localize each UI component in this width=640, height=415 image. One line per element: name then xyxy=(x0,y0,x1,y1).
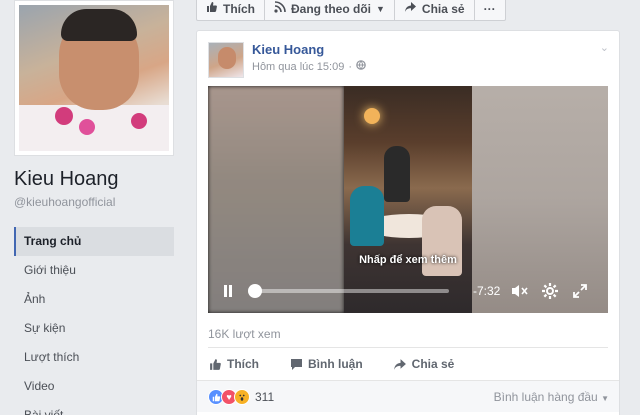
comment-sort-label: Bình luận hàng đầu xyxy=(493,390,598,404)
dot-separator: · xyxy=(348,60,353,73)
nav-item-about[interactable]: Giới thiệu xyxy=(14,256,174,285)
video-player[interactable]: Nhấp để xem thêm -7:32 xyxy=(208,86,608,313)
pause-icon[interactable] xyxy=(218,281,238,301)
reactions-bar: ♥ 311 Bình luận hàng đầu ▼ xyxy=(197,380,619,412)
like-page-label: Thích xyxy=(223,1,255,16)
video-progress-bar[interactable] xyxy=(248,284,449,298)
post-actions: Thích Bình luận Chia sẻ xyxy=(208,351,454,377)
video-controls: -7:32 xyxy=(208,269,608,313)
post-like-label: Thích xyxy=(227,357,259,371)
page-name[interactable]: Kieu Hoang xyxy=(14,168,119,191)
more-label: ··· xyxy=(483,1,496,16)
post-like-button[interactable]: Thích xyxy=(208,357,259,371)
post-share-button[interactable]: Chia sẻ xyxy=(393,357,455,371)
thumbs-up-icon xyxy=(206,1,218,16)
like-page-button[interactable]: Thích xyxy=(196,0,265,21)
nav-item-home[interactable]: Trang chủ xyxy=(14,227,174,256)
post-author-name[interactable]: Kieu Hoang xyxy=(252,42,324,57)
rss-icon xyxy=(274,1,286,16)
post-card: Kieu Hoang Hôm qua lúc 15:09 · ⌄ Nhấp để… xyxy=(196,30,620,415)
view-count: 16K lượt xem xyxy=(208,327,281,341)
video-scrubber-handle[interactable] xyxy=(248,284,262,298)
share-page-label: Chia sẻ xyxy=(421,1,465,16)
page-handle[interactable]: @kieuhoangofficial xyxy=(14,195,115,209)
left-nav: Trang chủ Giới thiệu Ảnh Sự kiện Lượt th… xyxy=(14,227,174,415)
post-author-avatar[interactable] xyxy=(208,42,244,78)
nav-item-videos[interactable]: Video xyxy=(14,372,174,401)
comment-sort-dropdown[interactable]: Bình luận hàng đầu ▼ xyxy=(494,390,609,404)
share-arrow-icon xyxy=(404,1,417,16)
share-arrow-icon xyxy=(393,357,407,371)
post-timestamp[interactable]: Hôm qua lúc 15:09 xyxy=(252,61,344,73)
caret-down-icon: ▼ xyxy=(601,394,609,403)
reactions-summary[interactable]: ♥ 311 xyxy=(208,389,274,405)
following-label: Đang theo dõi xyxy=(291,1,371,16)
more-options-button[interactable]: ··· xyxy=(474,0,506,21)
post-comment-button[interactable]: Bình luận xyxy=(289,357,363,371)
mute-icon[interactable] xyxy=(510,281,530,301)
fullscreen-icon[interactable] xyxy=(570,281,590,301)
settings-gear-icon[interactable] xyxy=(540,281,560,301)
globe-icon[interactable] xyxy=(356,60,366,73)
reaction-count: 311 xyxy=(255,390,275,404)
divider xyxy=(208,347,608,348)
caret-down-icon: ▼ xyxy=(376,3,385,14)
nav-item-posts[interactable]: Bài viết xyxy=(14,401,174,415)
nav-item-likes[interactable]: Lượt thích xyxy=(14,343,174,372)
profile-photo[interactable] xyxy=(14,0,174,156)
share-page-button[interactable]: Chia sẻ xyxy=(394,0,475,21)
video-click-hint: Nhấp để xem thêm xyxy=(359,254,457,266)
thumbs-up-icon xyxy=(208,357,222,371)
post-share-label: Chia sẻ xyxy=(411,357,455,371)
post-comment-label: Bình luận xyxy=(308,357,363,371)
nav-item-events[interactable]: Sự kiện xyxy=(14,314,174,343)
wow-reaction-icon xyxy=(234,389,250,405)
post-meta: Hôm qua lúc 15:09 · xyxy=(252,60,366,73)
post-options-chevron-icon[interactable]: ⌄ xyxy=(600,41,609,54)
comment-bubble-icon xyxy=(289,357,303,371)
following-button[interactable]: Đang theo dõi ▼ xyxy=(265,0,395,21)
profile-picture-image xyxy=(19,5,169,151)
nav-item-photos[interactable]: Ảnh xyxy=(14,285,174,314)
page-action-bar: Thích Đang theo dõi ▼ Chia sẻ ··· xyxy=(196,0,506,21)
video-time-remaining: -7:32 xyxy=(473,284,501,298)
